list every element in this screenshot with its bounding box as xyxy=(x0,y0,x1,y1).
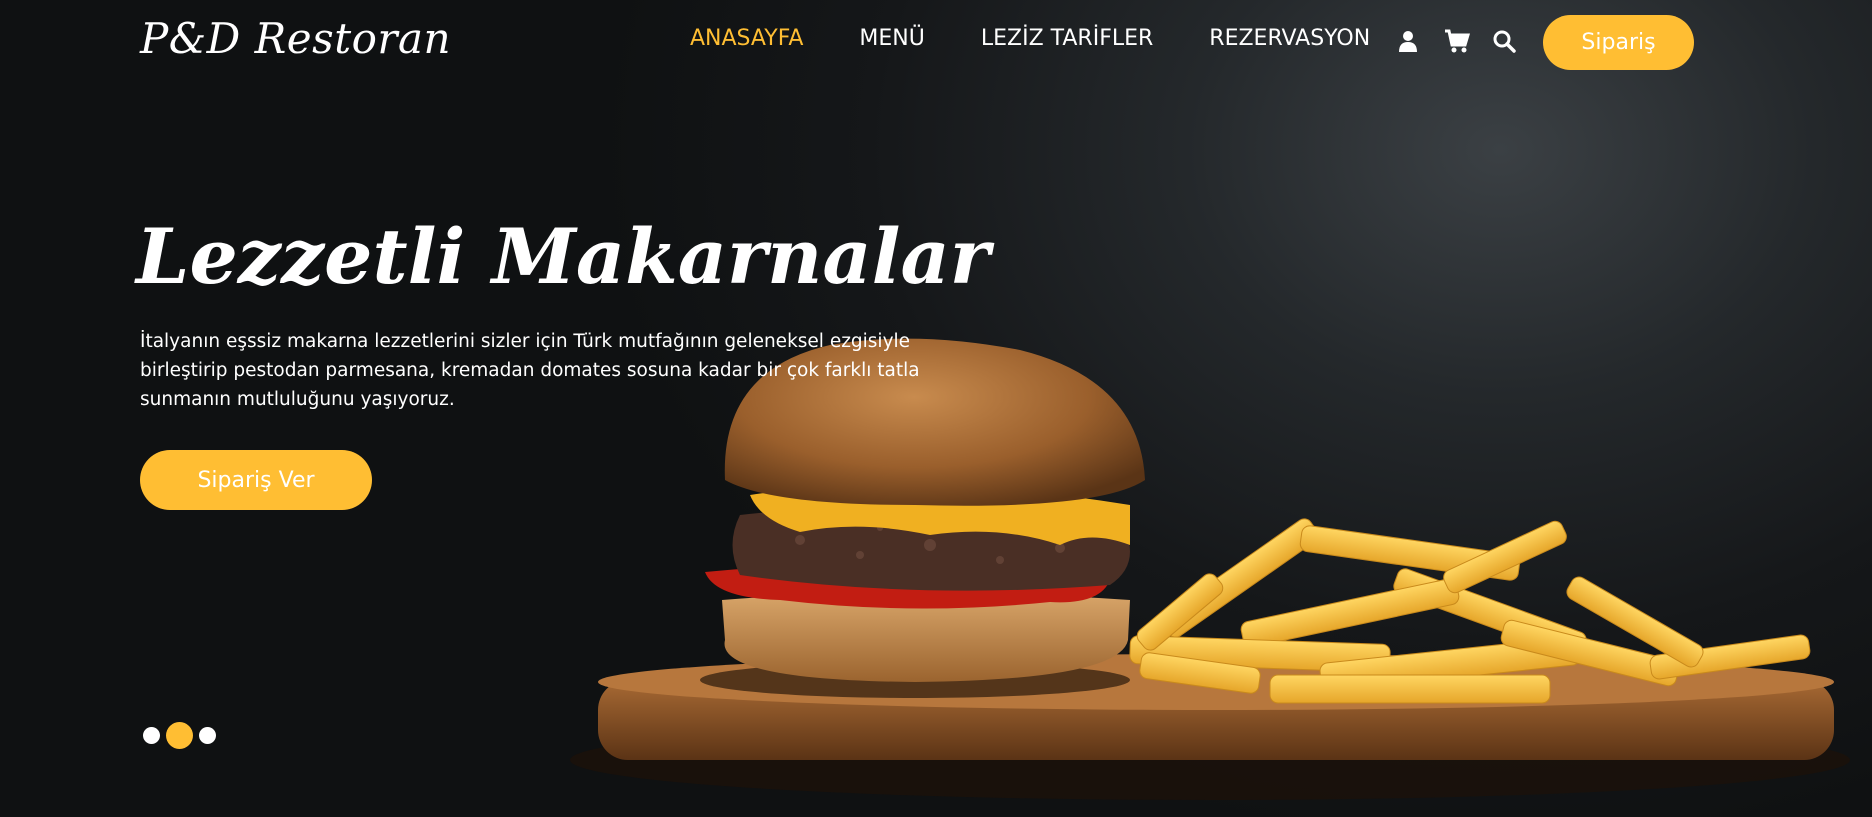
hero-title: Lezzetli Makarnalar xyxy=(136,212,990,301)
nav-item-anasayfa[interactable]: ANASAYFA xyxy=(690,26,803,51)
nav-item-leziz-tarifler[interactable]: LEZİZ TARİFLER xyxy=(981,26,1153,51)
slider-dot-1[interactable] xyxy=(143,727,160,744)
nav-item-rezervasyon[interactable]: REZERVASYON xyxy=(1209,26,1370,51)
order-button[interactable]: Sipariş xyxy=(1543,15,1694,70)
hero-description-line: İtalyanın eşssiz makarna lezzetlerini si… xyxy=(140,331,911,352)
hero-description-line: birleştirip pestodan parmesana, kremadan… xyxy=(140,360,920,381)
site-header: P&D Restoran ANASAYFA MENÜ LEZİZ TARİFLE… xyxy=(0,0,1872,86)
hero-description: İtalyanın eşssiz makarna lezzetlerini si… xyxy=(140,327,920,414)
main-nav: ANASAYFA MENÜ LEZİZ TARİFLER REZERVASYON xyxy=(690,26,1370,51)
user-icon[interactable] xyxy=(1396,28,1420,54)
slider-dot-3[interactable] xyxy=(199,727,216,744)
search-icon[interactable] xyxy=(1492,28,1516,54)
order-now-button[interactable]: Sipariş Ver xyxy=(140,450,372,510)
header-icons xyxy=(1396,28,1516,54)
logo[interactable]: P&D Restoran xyxy=(140,14,451,63)
nav-item-menu[interactable]: MENÜ xyxy=(859,26,924,51)
cart-icon[interactable] xyxy=(1444,28,1471,54)
slider-dot-2[interactable] xyxy=(166,722,193,749)
slider-dots xyxy=(143,722,216,749)
hero-description-line: sunmanın mutluluğunu yaşıyoruz. xyxy=(140,389,455,410)
